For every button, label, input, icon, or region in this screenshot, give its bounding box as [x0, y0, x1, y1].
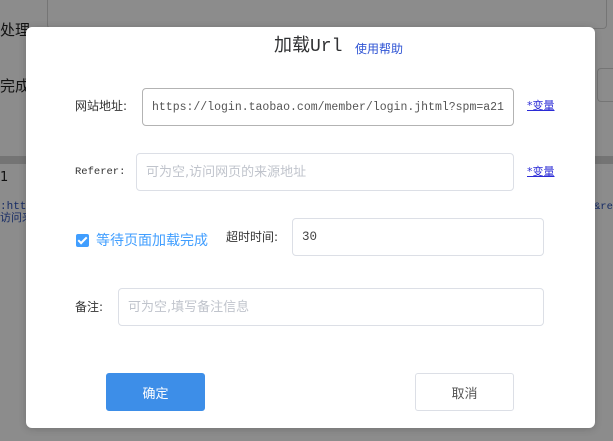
wait-checkbox-label[interactable]: 等待页面加载完成: [96, 232, 208, 250]
url-input[interactable]: [142, 88, 514, 126]
confirm-button[interactable]: 确定: [106, 373, 205, 411]
remark-input[interactable]: [118, 288, 544, 326]
url-label: 网站地址:: [75, 99, 128, 113]
url-variable-link[interactable]: *变量: [527, 98, 555, 114]
referer-input[interactable]: [136, 153, 514, 191]
load-url-dialog: 加载Url 使用帮助 网站地址: *变量 Referer: *变量 等待页面加载…: [26, 27, 595, 428]
checkmark-icon: [77, 234, 88, 245]
wait-checkbox[interactable]: [76, 234, 89, 247]
screen: 处理 完成 1 :htt 访问来 &re 加载Url 使用帮助 网站地址: *变…: [0, 0, 613, 441]
remark-label: 备注:: [75, 300, 104, 314]
timeout-input[interactable]: [292, 218, 544, 256]
referer-variable-link[interactable]: *变量: [527, 164, 555, 180]
timeout-label: 超时时间:: [226, 230, 279, 244]
help-link[interactable]: 使用帮助: [355, 41, 403, 57]
dialog-title: 加载Url: [274, 37, 343, 57]
cancel-button[interactable]: 取消: [415, 373, 514, 411]
referer-label: Referer:: [75, 166, 126, 178]
